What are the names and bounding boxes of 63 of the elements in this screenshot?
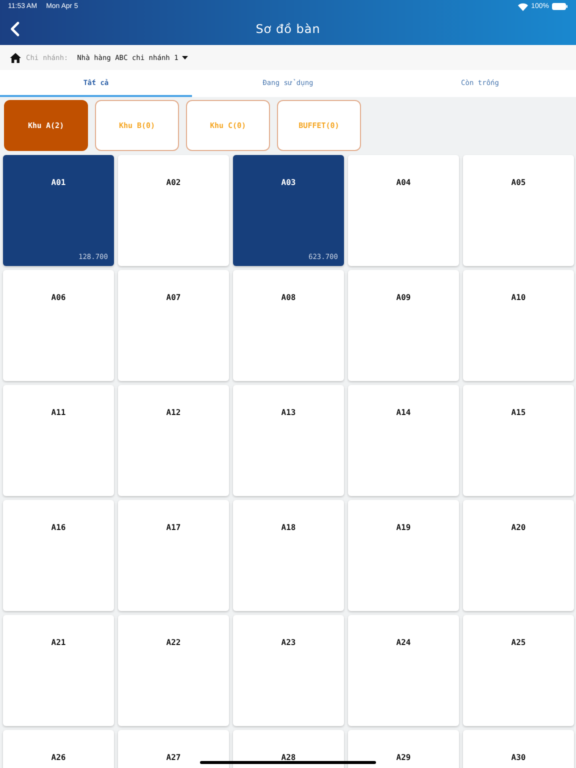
table-name: A05 (511, 178, 526, 189)
table-card[interactable]: A05 (463, 155, 574, 266)
table-name: A15 (511, 408, 526, 419)
table-card[interactable]: A23 (233, 615, 344, 726)
table-name: A30 (511, 753, 526, 764)
table-name: A27 (166, 753, 181, 764)
table-card[interactable]: A25 (463, 615, 574, 726)
table-card[interactable]: A19 (348, 500, 459, 611)
table-name: A16 (51, 523, 66, 534)
table-name: A24 (396, 638, 411, 649)
table-card[interactable]: A12 (118, 385, 229, 496)
table-name: A04 (396, 178, 411, 189)
table-card[interactable]: A27 (118, 730, 229, 768)
table-name: A26 (51, 753, 66, 764)
table-card[interactable]: A22 (118, 615, 229, 726)
table-card[interactable]: A13 (233, 385, 344, 496)
table-card[interactable]: A29 (348, 730, 459, 768)
table-name: A29 (396, 753, 411, 764)
table-name: A02 (166, 178, 181, 189)
table-name: A14 (396, 408, 411, 419)
table-name: A11 (51, 408, 66, 419)
table-card[interactable]: A06 (3, 270, 114, 381)
table-name: A23 (281, 638, 296, 649)
table-card[interactable]: A09 (348, 270, 459, 381)
table-card[interactable]: A08 (233, 270, 344, 381)
table-card[interactable]: A20 (463, 500, 574, 611)
table-name: A20 (511, 523, 526, 534)
table-name: A25 (511, 638, 526, 649)
table-name: A13 (281, 408, 296, 419)
table-card[interactable]: A17 (118, 500, 229, 611)
table-card[interactable]: A26 (3, 730, 114, 768)
table-name: A01 (51, 178, 66, 189)
table-name: A19 (396, 523, 411, 534)
table-card[interactable]: A14 (348, 385, 459, 496)
table-card[interactable]: A28 (233, 730, 344, 768)
table-card[interactable]: A04 (348, 155, 459, 266)
table-name: A12 (166, 408, 181, 419)
caret-icon (182, 56, 188, 60)
table-card[interactable]: A02 (118, 155, 229, 266)
table-name: A07 (166, 293, 181, 304)
table-card[interactable]: A24 (348, 615, 459, 726)
table-card[interactable]: A11 (3, 385, 114, 496)
wifi-icon (518, 2, 528, 10)
table-card[interactable]: A16 (3, 500, 114, 611)
table-name: A09 (396, 293, 411, 304)
table-card[interactable]: A10 (463, 270, 574, 381)
table-name: A21 (51, 638, 66, 649)
table-name: A06 (51, 293, 66, 304)
table-card[interactable]: A15 (463, 385, 574, 496)
table-name: A18 (281, 523, 296, 534)
table-card[interactable]: A21 (3, 615, 114, 726)
screen-title: Sơ đồ bàn (256, 22, 320, 36)
table-name: A22 (166, 638, 181, 649)
table-name: A10 (511, 293, 526, 304)
battery-icon (552, 3, 568, 10)
table-name: A17 (166, 523, 181, 534)
table-card[interactable]: A07 (118, 270, 229, 381)
table-name: A03 (281, 178, 296, 189)
table-card[interactable]: A18 (233, 500, 344, 611)
table-name: A08 (281, 293, 296, 304)
table-name: A28 (281, 753, 296, 764)
home-icon (10, 52, 21, 62)
table-card[interactable]: A30 (463, 730, 574, 768)
